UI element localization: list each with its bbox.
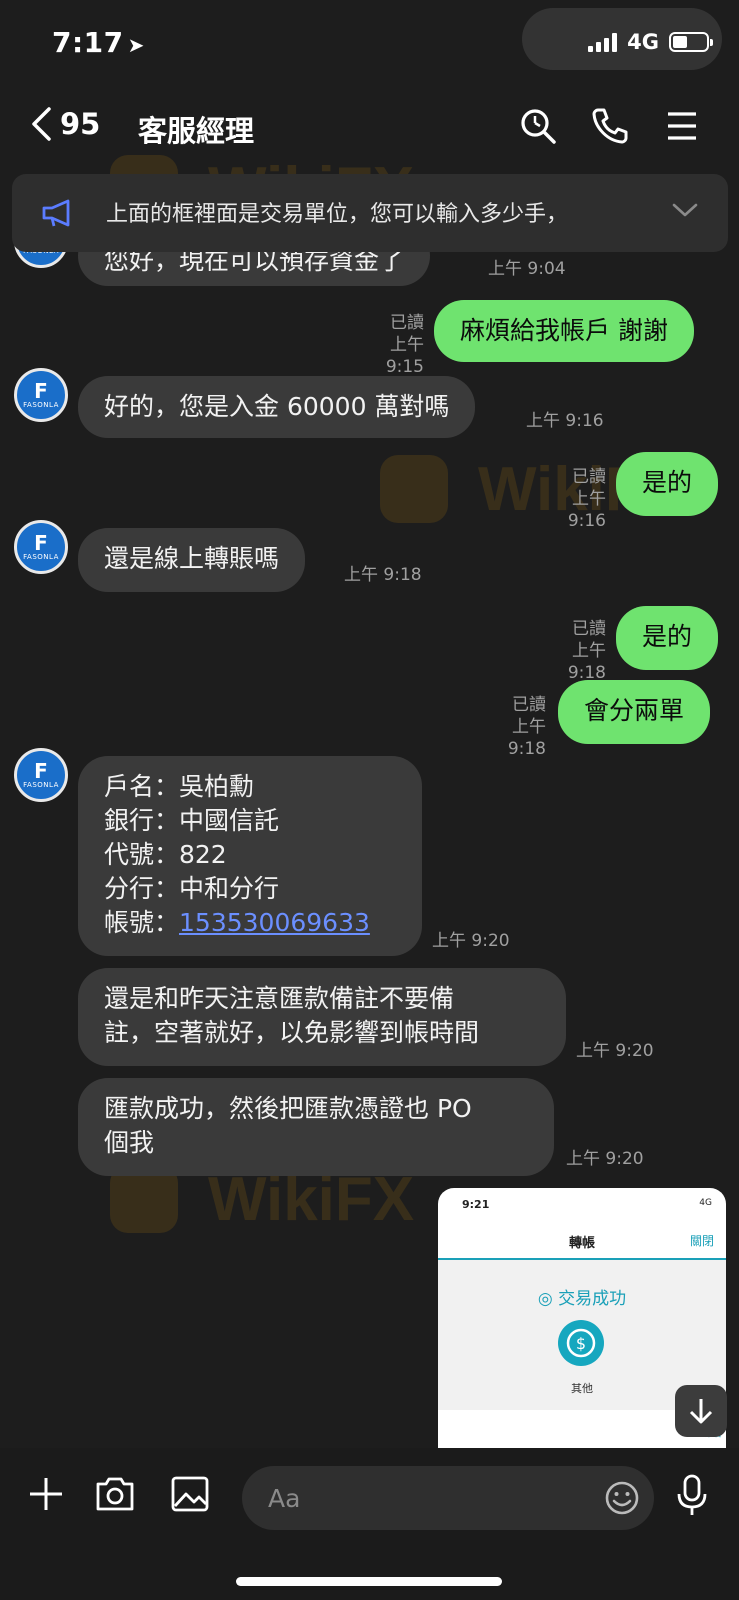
megaphone-icon [42,199,70,227]
location-arrow-icon: ➤ [127,33,145,57]
message-time: 上午 9:18 [567,641,606,683]
message-field[interactable] [242,1466,654,1530]
message-meta: 已讀 上午 9:18 [470,694,546,760]
chat-title: 客服經理 [138,114,255,148]
microphone-icon[interactable] [676,1474,708,1518]
message-bubble[interactable]: 是的 [616,452,719,516]
read-receipt: 已讀 [512,695,546,715]
message-time: 上午 9:16 [526,411,604,431]
preview-title: 轉帳 [568,1236,595,1251]
message-meta: 已讀 上午 9:18 [530,618,606,684]
message-time: 上午 9:18 [344,565,422,585]
account-name-line: 戶名：吳柏勳 [104,772,255,801]
message-bubble[interactable]: 好的，您是入金 60000 萬對嗎 [78,376,476,438]
svg-text:$: $ [576,1334,586,1353]
message-time: 上午 9:18 [507,717,546,759]
message-time: 上午 9:16 [567,489,606,531]
check-circle-icon: ◎ [537,1289,559,1309]
avatar[interactable]: FFASONLA [14,520,68,574]
image-icon[interactable] [170,1474,210,1514]
message-time: 上午 9:04 [488,259,566,279]
scroll-to-bottom-button[interactable] [675,1385,727,1437]
arrow-down-icon [689,1399,713,1424]
message-bubble[interactable]: 麻煩給我帳戶 謝謝 [434,300,694,362]
search-icon[interactable] [518,106,558,146]
preview-success: ◎ 交易成功 [537,1289,627,1309]
message-time: 上午 9:20 [432,931,510,951]
preview-time: 9:21 [462,1198,490,1211]
message-bubble[interactable]: 是的 [616,606,719,670]
bank-code-line: 代號：822 [104,840,227,869]
account-number-line: 帳號：153530069633 [104,908,370,937]
chat-header: 95 客服經理 [0,90,739,168]
bank-line: 銀行：中國信託 [104,806,280,835]
battery-icon [669,32,713,52]
read-receipt: 已讀 [390,313,424,333]
phone-icon[interactable] [590,106,630,146]
preview-network: 4G [699,1198,712,1208]
status-bar: 7:17 ➤ 4G [0,0,739,90]
message-meta: 已讀 上午 9:15 [350,312,424,378]
read-receipt: 已讀 [572,619,606,639]
preview-close-label: 關閉 [689,1234,714,1248]
back-button[interactable]: 95 [30,106,100,142]
message-time: 上午 9:20 [576,1041,654,1061]
status-time: 7:17 ➤ [52,26,145,59]
home-indicator [236,1577,502,1586]
message-bubble[interactable]: 還是和昨天注意匯款備註不要備 註，空著就好，以免影響到帳時間 [78,968,566,1066]
avatar[interactable]: FFASONLA [14,748,68,802]
status-indicators: 4G [588,30,713,54]
announcement-text: 上面的框裡面是交易單位，您可以輸入多少手， [106,202,569,227]
signal-icon [588,32,618,52]
message-bubble[interactable]: 匯款成功，然後把匯款憑證也 PO 個我 [78,1078,554,1176]
avatar[interactable]: FFASONLA [14,368,68,422]
message-input[interactable] [268,1466,568,1530]
message-meta: 已讀 上午 9:16 [530,466,606,532]
unread-count: 95 [60,107,101,141]
message-time: 上午 9:20 [566,1149,644,1169]
bank-details-bubble[interactable]: 戶名：吳柏勳 銀行：中國信託 代號：822 分行：中和分行 帳號：1535300… [78,756,422,956]
message-bubble[interactable]: 還是線上轉賬嗎 [78,528,306,592]
announcement-banner[interactable]: 上面的框裡面是交易單位，您可以輸入多少手， [12,174,728,252]
emoji-icon[interactable] [604,1480,640,1516]
read-receipt: 已讀 [572,467,606,487]
message-bubble[interactable]: 會分兩單 [558,680,711,744]
chevron-down-icon[interactable] [672,202,698,218]
coin-icon: $ [558,1320,604,1366]
account-number-link[interactable]: 153530069633 [179,908,370,937]
chevron-left-icon [32,107,51,141]
message-time: 上午 9:15 [385,335,424,377]
menu-icon[interactable] [664,106,700,146]
network-type: 4G [627,30,659,54]
branch-line: 分行：中和分行 [104,874,280,903]
plus-icon[interactable] [26,1474,66,1514]
camera-icon[interactable] [94,1474,136,1514]
